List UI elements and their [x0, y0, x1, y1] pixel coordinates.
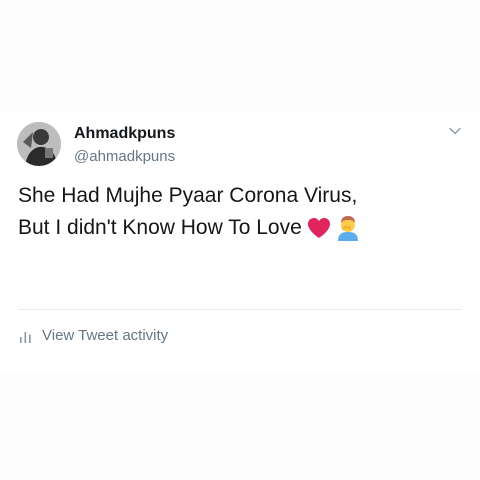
- avatar[interactable]: [17, 122, 61, 166]
- tweet-text-line-content: But I didn't Know How To Love: [18, 216, 302, 239]
- divider: [18, 309, 462, 310]
- red-heart-emoji-icon: [306, 216, 332, 240]
- profile-photo-icon: [17, 122, 61, 166]
- author-name[interactable]: Ahmadkpuns: [74, 125, 175, 143]
- tweet-text: She Had Mujhe Pyaar Corona Virus, But I …: [18, 180, 468, 244]
- bar-chart-icon: [19, 329, 33, 343]
- author-handle[interactable]: @ahmadkpuns: [74, 148, 175, 165]
- tweet-card: Ahmadkpuns @ahmadkpuns She Had Mujhe Pya…: [0, 112, 480, 374]
- tweet-text-line: She Had Mujhe Pyaar Corona Virus,: [18, 184, 358, 207]
- view-tweet-activity-label: View Tweet activity: [42, 327, 169, 344]
- tweet-text-line: But I didn't Know How To Love: [18, 212, 468, 244]
- chevron-down-icon[interactable]: [447, 123, 463, 139]
- man-facepalming-emoji-icon: [336, 215, 360, 242]
- view-tweet-activity-link[interactable]: View Tweet activity: [19, 327, 168, 344]
